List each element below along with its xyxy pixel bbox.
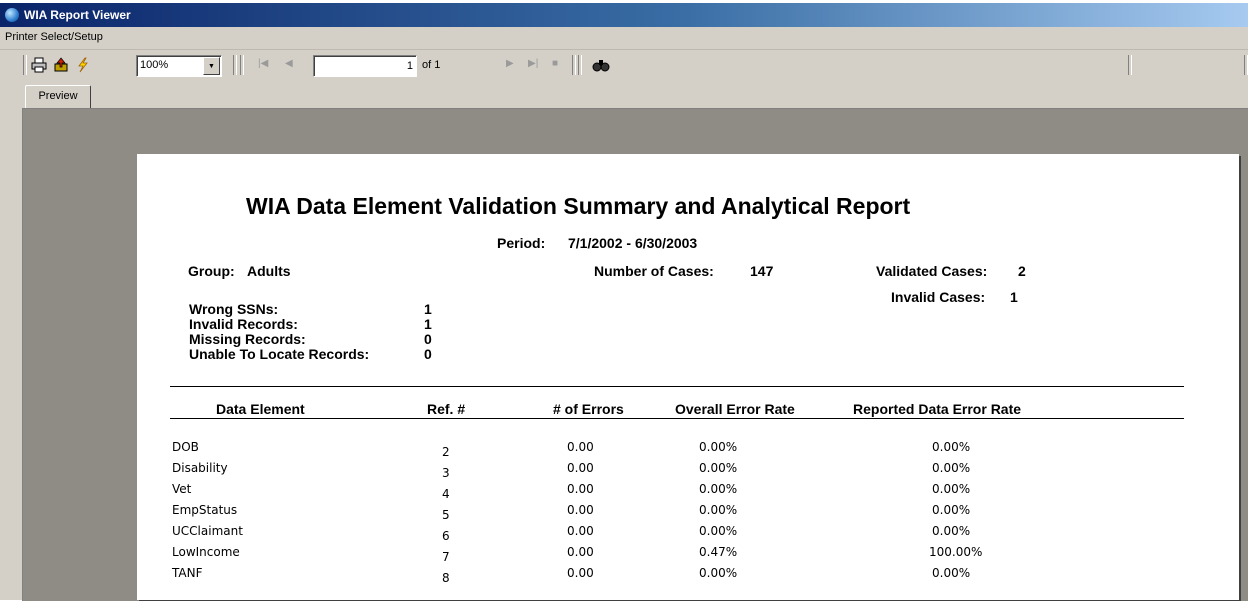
last-page-icon[interactable]: ▶|: [528, 58, 538, 69]
cell-element: DOB: [172, 440, 199, 454]
refresh-button[interactable]: [74, 56, 92, 74]
toolbar-separator: [572, 55, 576, 75]
page-total-label: of 1: [422, 59, 441, 71]
print-button[interactable]: [30, 56, 48, 74]
cell-overall: 0.00%: [699, 482, 738, 496]
stat-value: 1: [424, 301, 432, 317]
cell-ref: 2: [442, 445, 450, 459]
cell-ref: 4: [442, 487, 450, 501]
cell-element: UCClaimant: [172, 524, 243, 538]
cell-overall: 0.00%: [699, 503, 738, 517]
cell-ref: 6: [442, 529, 450, 543]
page-number-input[interactable]: [313, 55, 417, 77]
cell-overall: 0.00%: [699, 566, 738, 580]
invalid-cases-value: 1: [1010, 289, 1018, 305]
prev-page-icon[interactable]: ◀: [285, 58, 293, 69]
export-icon: [54, 57, 68, 72]
cell-ref: 3: [442, 466, 450, 480]
stat-label: Wrong SSNs:: [189, 301, 279, 317]
cell-reported: 0.00%: [932, 566, 971, 580]
column-header: # of Errors: [553, 401, 624, 417]
cell-errors: 0.00: [567, 566, 594, 580]
cell-element: Vet: [172, 482, 192, 496]
cell-errors: 0.00: [567, 461, 594, 475]
cell-errors: 0.00: [567, 482, 594, 496]
zoom-select[interactable]: 100% ▼: [136, 55, 222, 77]
window-titlebar[interactable]: WIA Report Viewer: [0, 3, 1248, 27]
cell-errors: 0.00: [567, 503, 594, 517]
toolbar-separator: [240, 55, 244, 75]
stat-value: 1: [424, 316, 432, 332]
stat-value: 0: [424, 331, 432, 347]
zoom-value: 100%: [140, 59, 169, 71]
column-header: Data Element: [216, 401, 305, 417]
stat-value: 0: [424, 346, 432, 362]
report-page: [137, 154, 1239, 600]
toolbar-separator: [1128, 55, 1132, 75]
report-title: WIA Data Element Validation Summary and …: [246, 193, 911, 219]
cell-ref: 8: [442, 571, 450, 585]
cell-overall: 0.00%: [699, 461, 738, 475]
cell-errors: 0.00: [567, 524, 594, 538]
tab-preview[interactable]: Preview: [25, 85, 91, 108]
stat-label: Invalid Records:: [189, 316, 298, 332]
group-label: Group:: [188, 263, 235, 279]
cell-reported: 0.00%: [932, 503, 971, 517]
group-value: Adults: [247, 263, 291, 279]
next-page-icon[interactable]: ▶: [506, 58, 514, 69]
invalid-cases-label: Invalid Cases:: [891, 289, 986, 305]
cell-reported: 0.00%: [932, 482, 971, 496]
cell-ref: 7: [442, 550, 450, 564]
toolbar-separator: [578, 55, 582, 75]
cell-element: EmpStatus: [172, 503, 238, 517]
toolbar-separator: [233, 55, 237, 75]
app-icon: [5, 8, 19, 22]
cell-element: Disability: [172, 461, 228, 475]
validated-cases-label: Validated Cases:: [876, 263, 988, 279]
period-label: Period:: [497, 235, 546, 251]
divider: [170, 418, 1184, 419]
stat-label: Unable To Locate Records:: [189, 346, 370, 362]
search-button[interactable]: [592, 56, 610, 74]
column-header: Overall Error Rate: [675, 401, 795, 417]
cell-errors: 0.00: [567, 440, 594, 454]
refresh-icon: [78, 57, 88, 73]
export-button[interactable]: [52, 56, 70, 74]
first-page-icon[interactable]: |◀: [258, 58, 268, 69]
period-value: 7/1/2002 - 6/30/2003: [568, 235, 698, 251]
search-icon: [592, 60, 610, 72]
cell-element: TANF: [172, 566, 203, 580]
cell-errors: 0.00: [567, 545, 594, 559]
column-header: Ref. #: [427, 401, 466, 417]
toolbar-grip[interactable]: [23, 55, 27, 75]
cell-reported: 0.00%: [932, 440, 971, 454]
num-cases-value: 147: [750, 263, 774, 279]
cell-reported: 100.00%: [929, 545, 983, 559]
column-header: Reported Data Error Rate: [853, 401, 1022, 417]
tab-strip: Preview: [18, 85, 1248, 108]
cell-element: LowIncome: [172, 545, 240, 559]
validated-cases-value: 2: [1018, 263, 1026, 279]
cell-reported: 0.00%: [932, 461, 971, 475]
toolbar-separator: [1244, 55, 1248, 75]
menu-item-printer-setup[interactable]: Printer Select/Setup: [5, 31, 103, 43]
cell-reported: 0.00%: [932, 524, 971, 538]
window-title: WIA Report Viewer: [24, 8, 131, 22]
stat-label: Missing Records:: [189, 331, 306, 347]
menu-bar: Printer Select/Setup: [0, 27, 1248, 50]
divider: [170, 386, 1184, 387]
cell-overall: 0.47%: [699, 545, 738, 559]
chevron-down-icon[interactable]: ▼: [203, 57, 220, 75]
cell-overall: 0.00%: [699, 524, 738, 538]
cell-ref: 5: [442, 508, 450, 522]
num-cases-label: Number of Cases:: [594, 263, 714, 279]
cell-overall: 0.00%: [699, 440, 738, 454]
print-icon: [31, 57, 47, 73]
stop-icon[interactable]: ■: [552, 58, 558, 69]
page-number-field[interactable]: [314, 57, 416, 75]
